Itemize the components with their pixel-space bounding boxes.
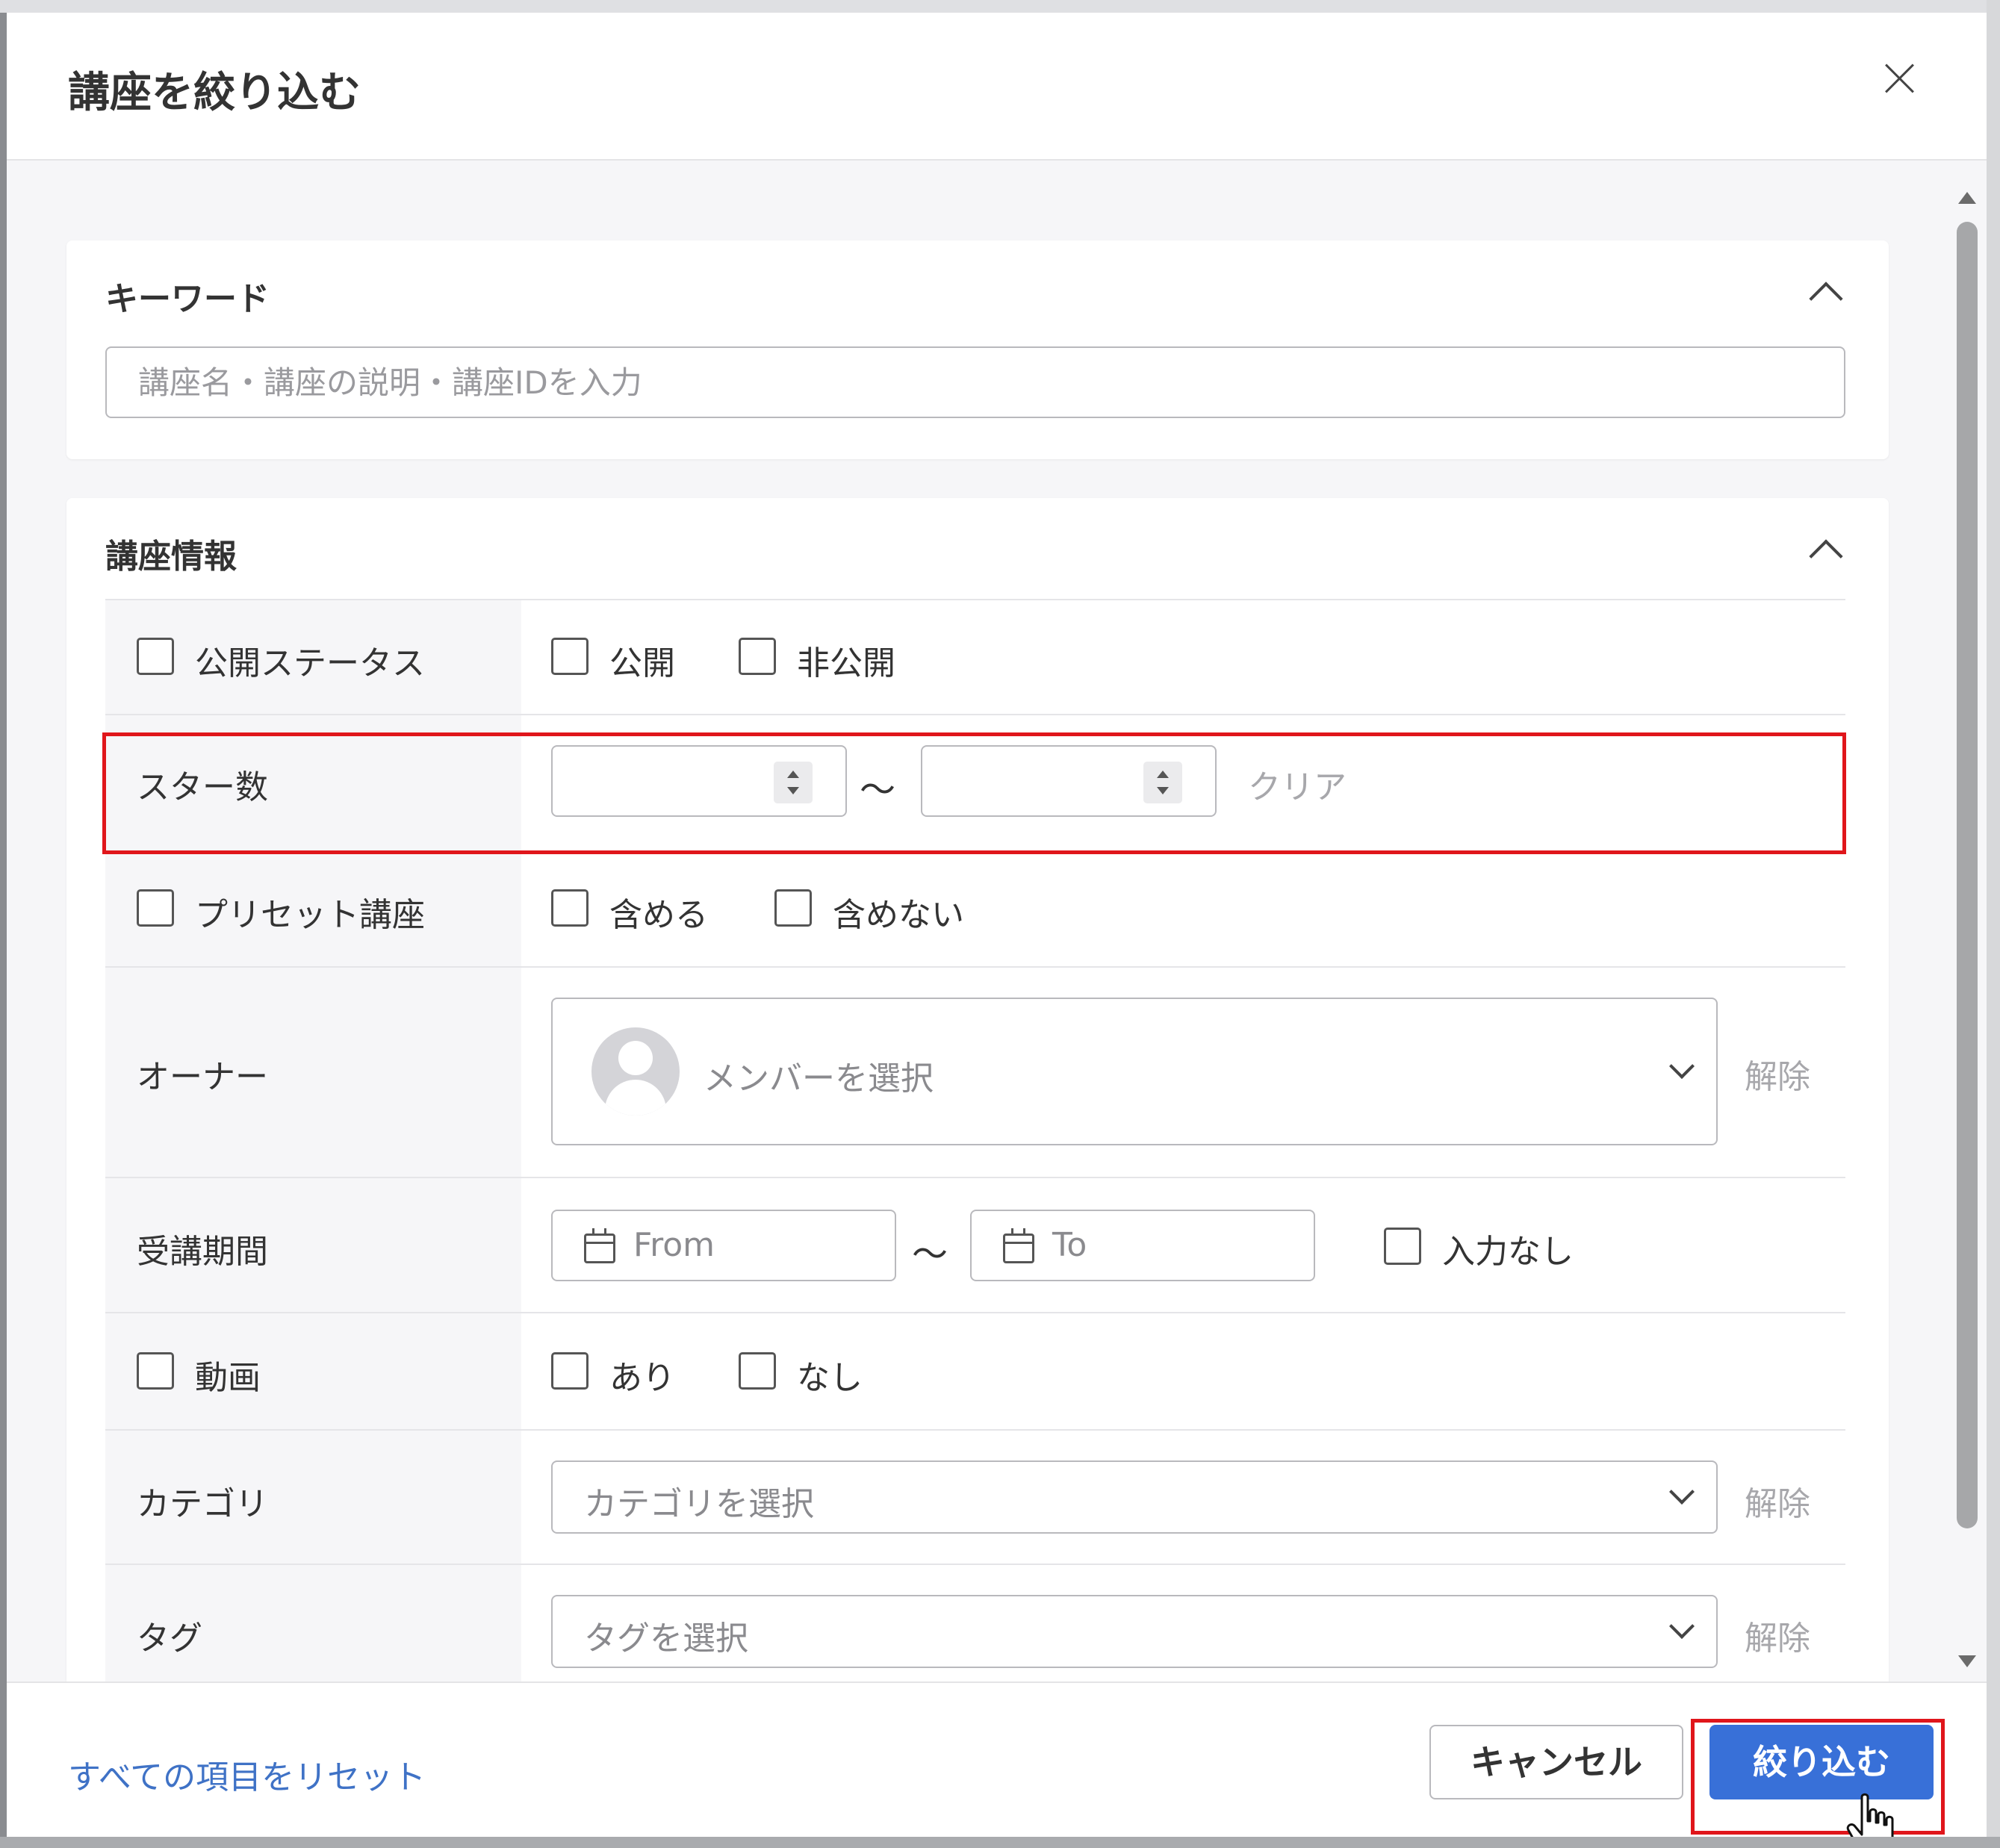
row-label-cell: 公開ステータス [105, 600, 521, 714]
category-select[interactable]: カテゴリを選択 [551, 1460, 1718, 1534]
row-publish-status: 公開ステータス 公開 非公開 [105, 599, 1845, 714]
background-app-header [0, 0, 2000, 13]
period-label: 受講期間 [137, 1233, 268, 1271]
private-checkbox[interactable] [739, 638, 776, 675]
scroll-down-arrow-icon[interactable] [1958, 1655, 1976, 1667]
row-owner: オーナー メンバーを選択 解除 [105, 966, 1845, 1177]
star-row-highlight [102, 732, 1846, 854]
modal-header: 講座を絞り込む [7, 13, 1987, 161]
background-app-footer [0, 1837, 2000, 1848]
modal-title: 講座を絞り込む [68, 69, 361, 117]
tag-placeholder: タグを選択 [584, 1620, 748, 1658]
row-label-cell: カテゴリ [105, 1431, 521, 1564]
reset-all-link[interactable]: すべての項目をリセット [68, 1750, 426, 1798]
tag-clear-link[interactable]: 解除 [1745, 1611, 1810, 1659]
row-label-cell: プリセット講座 [105, 852, 521, 966]
category-label: カテゴリ [137, 1485, 268, 1523]
course-info-section: 講座情報 公開ステータス 公開 非公開 スター数 〜 クリア プリセット講座 含… [66, 498, 1889, 1693]
category-clear-link[interactable]: 解除 [1745, 1477, 1810, 1525]
chevron-down-icon [1669, 1054, 1695, 1079]
row-preset-course: プリセット講座 含める 含めない [105, 850, 1845, 966]
preset-course-checkbox[interactable] [137, 889, 174, 927]
row-label-cell: 動画 [105, 1313, 521, 1429]
public-checkbox[interactable] [551, 638, 588, 675]
publish-status-label: 公開ステータス [195, 644, 425, 682]
video-no-checkbox[interactable] [739, 1352, 776, 1390]
tag-label: タグ [137, 1620, 202, 1658]
avatar-icon [591, 1027, 680, 1116]
row-label-cell: オーナー [105, 968, 521, 1177]
scroll-up-arrow-icon[interactable] [1958, 192, 1976, 204]
no-input-checkbox[interactable] [1384, 1228, 1421, 1265]
modal-body[interactable]: キーワード 講座情報 公開ステータス 公開 非公開 [7, 162, 1956, 1693]
row-period: 受講期間 From 〜 To 入力なし [105, 1177, 1845, 1312]
tag-select[interactable]: タグを選択 [551, 1595, 1718, 1668]
collapse-course-info-chevron-up-icon[interactable] [1809, 539, 1843, 573]
keyword-section-title: キーワード [105, 280, 270, 318]
chevron-down-icon [1669, 1614, 1695, 1639]
calendar-icon [584, 1228, 615, 1263]
apply-button-highlight [1691, 1719, 1945, 1835]
video-yes-checkbox[interactable] [551, 1352, 588, 1390]
collapse-keyword-chevron-up-icon[interactable] [1809, 281, 1843, 316]
include-label: 含める [609, 896, 708, 934]
period-from-input[interactable]: From [551, 1210, 896, 1281]
public-label: 公開 [609, 644, 675, 682]
category-placeholder: カテゴリを選択 [584, 1485, 814, 1523]
exclude-checkbox[interactable] [774, 889, 812, 927]
scroll-thumb[interactable] [1957, 222, 1978, 1528]
include-checkbox[interactable] [551, 889, 588, 927]
owner-clear-link[interactable]: 解除 [1745, 1050, 1810, 1098]
row-tag: タグ タグを選択 解除 [105, 1564, 1845, 1693]
owner-select[interactable]: メンバーを選択 [551, 998, 1718, 1145]
course-info-section-title: 講座情報 [105, 538, 237, 576]
owner-placeholder: メンバーを選択 [704, 1060, 934, 1098]
keyword-section: キーワード [66, 240, 1889, 459]
close-icon[interactable] [1878, 57, 1922, 102]
background-app-edge [1987, 0, 2000, 1848]
video-yes-label: あり [609, 1359, 675, 1397]
no-input-label: 入力なし [1442, 1233, 1574, 1271]
scrollbar[interactable] [1952, 169, 1982, 1685]
modal-footer: すべての項目をリセット キャンセル 絞り込む [7, 1681, 1987, 1837]
private-label: 非公開 [797, 644, 895, 682]
range-tilde: 〜 [912, 1233, 948, 1275]
video-label: 動画 [195, 1359, 261, 1397]
preset-course-label: プリセット講座 [195, 896, 425, 934]
period-to-input[interactable]: To [970, 1210, 1315, 1281]
calendar-icon [1003, 1228, 1034, 1263]
keyword-input[interactable] [105, 346, 1845, 418]
row-label-cell: 受講期間 [105, 1178, 521, 1312]
row-label-cell: タグ [105, 1565, 521, 1693]
hand-cursor-icon [1846, 1793, 1894, 1837]
exclude-label: 含めない [833, 896, 964, 934]
row-video: 動画 あり なし [105, 1312, 1845, 1429]
video-no-label: なし [797, 1359, 863, 1397]
video-checkbox[interactable] [137, 1352, 174, 1390]
publish-status-checkbox[interactable] [137, 638, 174, 675]
owner-label: オーナー [137, 1058, 268, 1096]
to-placeholder: To [1052, 1226, 1087, 1264]
cancel-button[interactable]: キャンセル [1429, 1725, 1683, 1799]
row-category: カテゴリ カテゴリを選択 解除 [105, 1429, 1845, 1564]
chevron-down-icon [1669, 1479, 1695, 1505]
from-placeholder: From [633, 1226, 715, 1264]
filter-modal: 講座を絞り込む キーワード 講座情報 公開ステータス 公開 [7, 13, 1987, 1837]
